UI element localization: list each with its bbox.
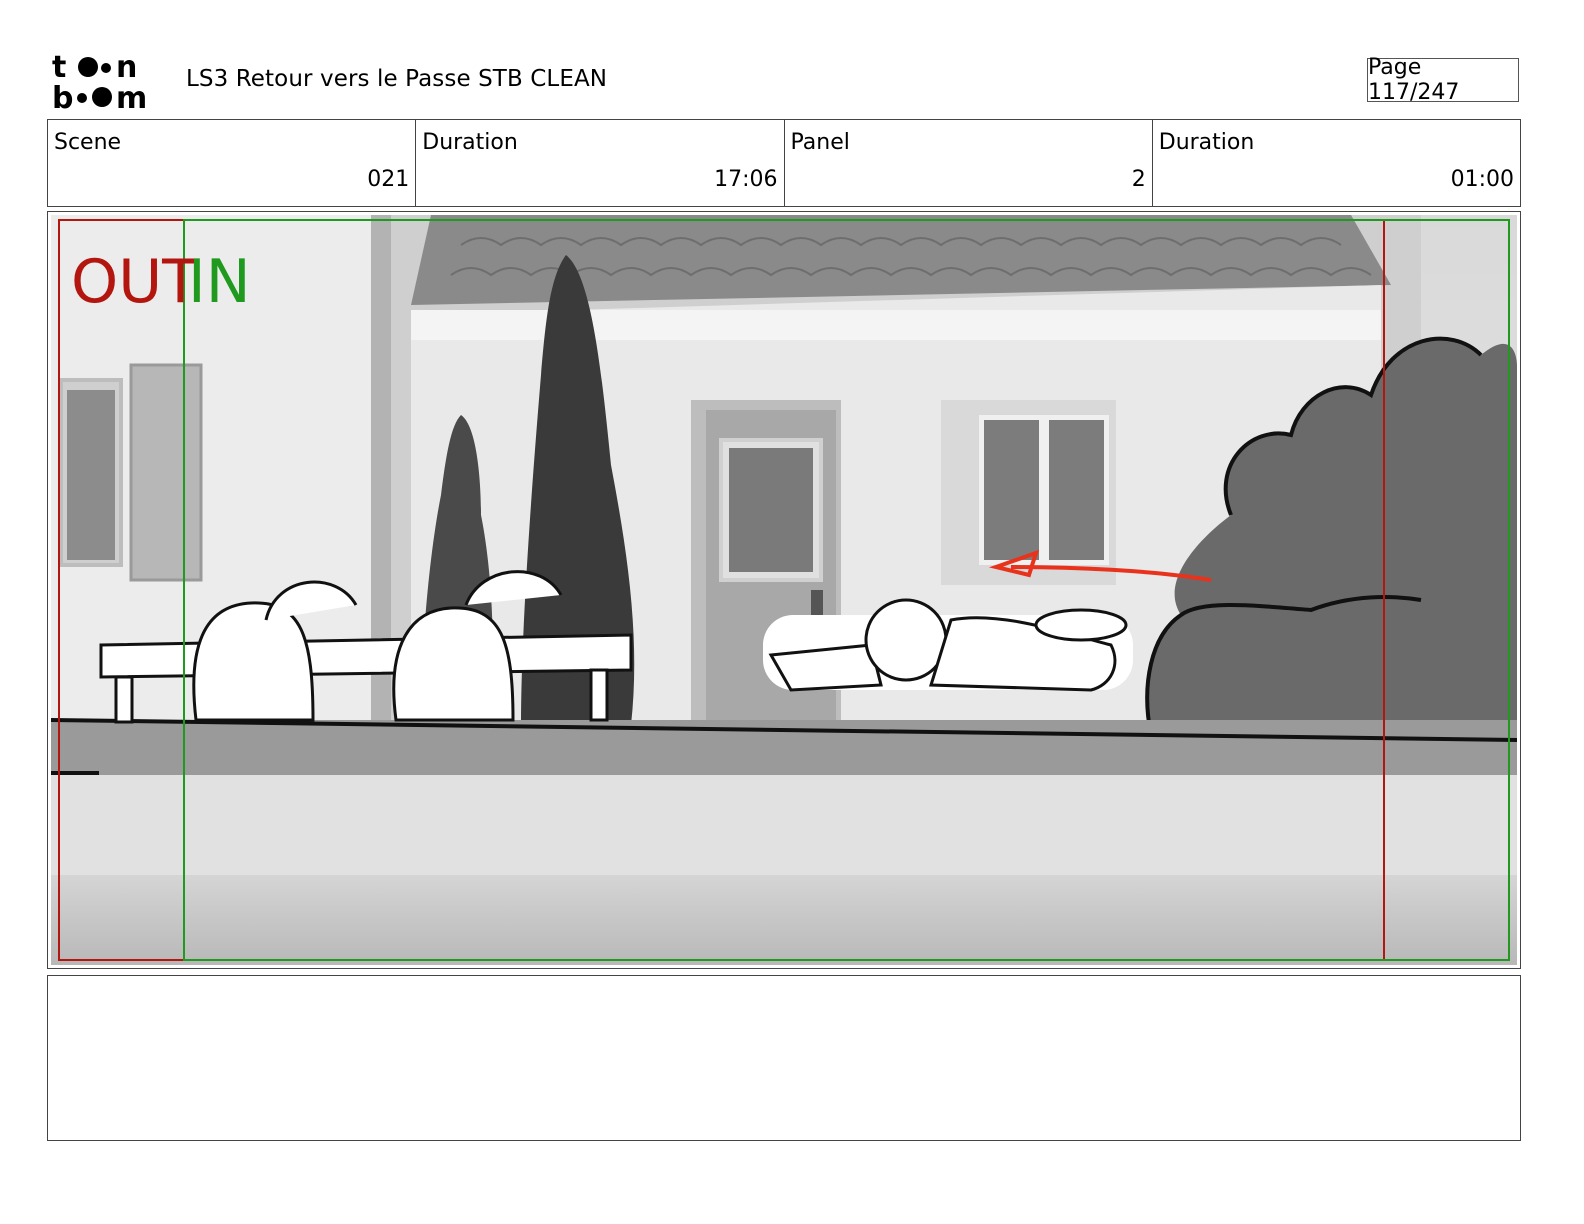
scene-info-table: Scene 021 Duration 17:06 Panel 2 Duratio… — [47, 119, 1521, 207]
svg-text:m: m — [116, 81, 147, 112]
scene-duration-cell: Duration 17:06 — [416, 120, 785, 206]
scene-duration-value: 17:06 — [714, 167, 778, 192]
out-marker-label: OUT — [71, 247, 199, 317]
scene-duration-label: Duration — [422, 130, 518, 155]
scene-value: 021 — [367, 167, 410, 192]
panel-duration-value: 01:00 — [1450, 167, 1514, 192]
panel-cell: Panel 2 — [785, 120, 1153, 206]
page-indicator: Page 117/247 — [1367, 55, 1519, 105]
panel-duration-cell: Duration 01:00 — [1153, 120, 1520, 206]
panel-duration-label: Duration — [1158, 130, 1255, 155]
svg-text:n: n — [116, 50, 137, 85]
document-title: LS3 Retour vers le Passe STB CLEAN — [186, 66, 608, 92]
svg-text:b: b — [52, 81, 73, 112]
toonboom-logo: t n b m — [52, 50, 147, 112]
svg-text:t: t — [52, 50, 66, 85]
in-marker-label: IN — [188, 247, 251, 317]
scene-cell: Scene 021 — [48, 120, 417, 206]
panel-notes-box — [47, 975, 1521, 1141]
panel-value: 2 — [1131, 167, 1146, 192]
panel-label: Panel — [790, 130, 850, 155]
storyboard-panel-image: OUT IN — [51, 215, 1517, 965]
scene-label: Scene — [54, 130, 122, 155]
